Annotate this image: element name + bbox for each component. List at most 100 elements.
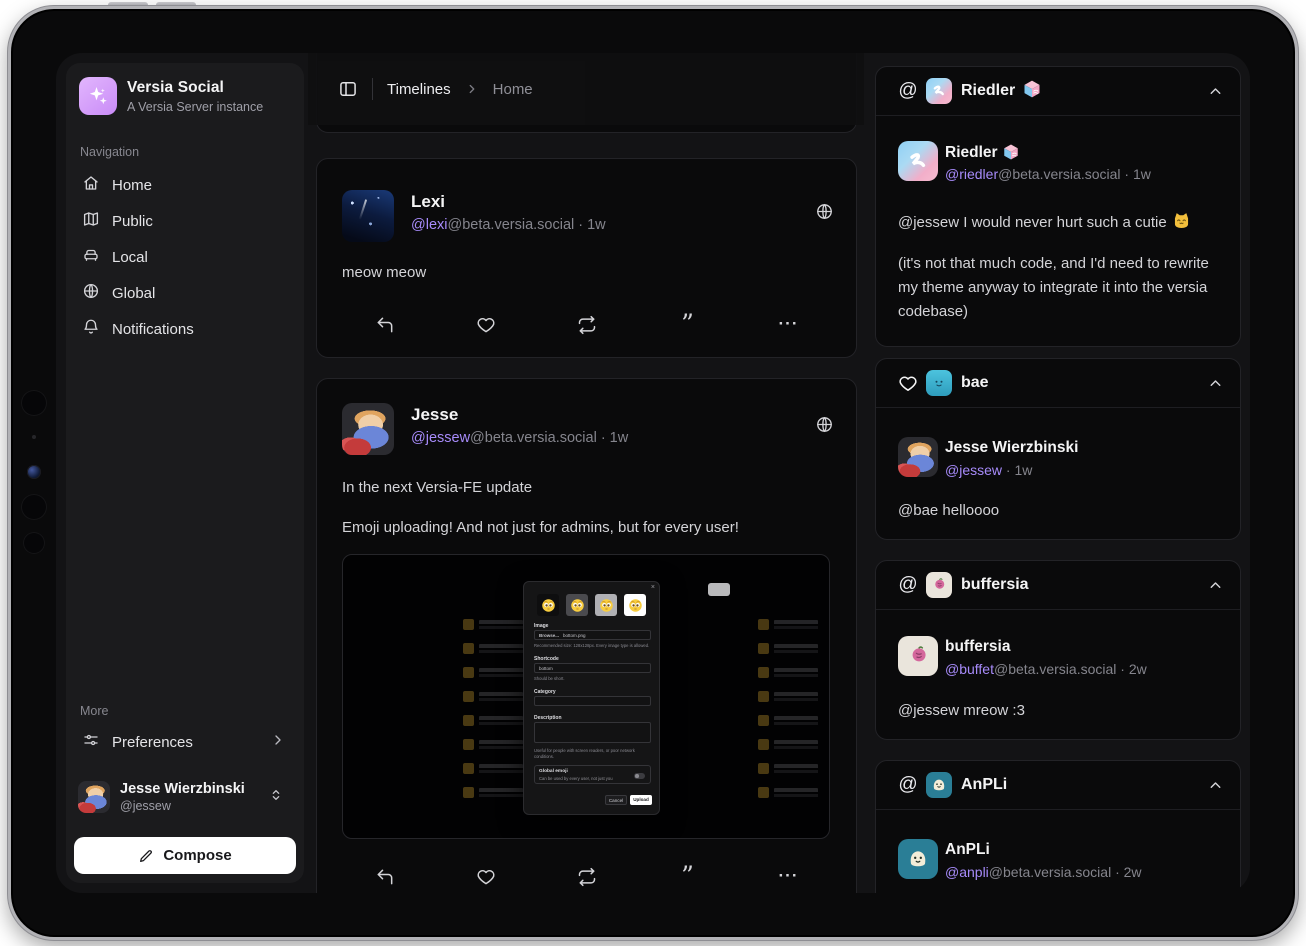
avatar[interactable] — [342, 403, 394, 455]
camera-sensor — [23, 532, 45, 554]
like-heart-icon — [898, 373, 918, 394]
notification-header[interactable]: bae — [876, 359, 1240, 408]
globe-icon — [82, 282, 100, 304]
sidebar-toggle-icon[interactable] — [338, 79, 358, 99]
notification-header[interactable]: @ AnPLi — [876, 761, 1240, 810]
notification-author-handle[interactable]: @riedler@beta.versia.social · 1w — [945, 166, 1151, 182]
notification-content: (it's not that much code, and I'd need t… — [898, 252, 1218, 324]
like-heart-icon[interactable] — [435, 315, 536, 335]
mention-at-icon: @ — [898, 574, 918, 596]
post-media-attachment[interactable]: × Image Browse...bottom.png Recommended … — [342, 554, 830, 839]
like-heart-icon[interactable] — [435, 867, 536, 887]
quote-icon[interactable]: ” — [637, 315, 738, 335]
sidebar-item-preferences[interactable]: Preferences — [72, 725, 298, 759]
avatar — [926, 572, 952, 598]
bell-icon — [82, 318, 100, 340]
notification-author-name[interactable]: AnPLi — [945, 841, 990, 859]
notification-header[interactable]: @ Riedler — [876, 67, 1240, 116]
timeline-header: Timelines Home — [308, 53, 864, 125]
avatar — [926, 78, 952, 104]
reply-icon[interactable] — [334, 315, 435, 335]
description-textarea — [534, 722, 651, 743]
chevron-up-icon[interactable] — [1207, 577, 1224, 594]
category-field-label: Category — [534, 689, 556, 695]
post-time: · 1w — [578, 217, 605, 233]
trans-cube-emoji — [1022, 79, 1042, 104]
avatar[interactable] — [898, 437, 938, 477]
post-author-handle[interactable]: @jessew@beta.versia.social · 1w — [411, 430, 628, 446]
sidebar-item-local[interactable]: Local — [72, 240, 298, 274]
avatar — [78, 781, 110, 813]
post-card[interactable]: Lexi @lexi@beta.versia.social · 1w meow … — [316, 158, 857, 358]
global-emoji-label: Global emoji — [539, 769, 646, 774]
handle-user: @jessew — [945, 462, 1002, 478]
notification-time: · 1w — [1124, 166, 1150, 182]
pleading-emoji-icon — [624, 594, 646, 616]
sidebar-item-home[interactable]: Home — [72, 168, 298, 202]
notification-author-name[interactable]: buffersia — [945, 638, 1010, 656]
handle-domain: @beta.versia.social — [989, 864, 1111, 880]
notification-author-handle[interactable]: @anpli@beta.versia.social · 2w — [945, 864, 1142, 880]
sidebar-item-notifications[interactable]: Notifications — [72, 312, 298, 346]
post-author-name[interactable]: Jesse — [411, 405, 458, 425]
boost-repeat-icon[interactable] — [536, 867, 637, 887]
reply-icon[interactable] — [334, 867, 435, 887]
header-divider — [372, 78, 373, 100]
more-ellipsis-icon[interactable]: ··· — [738, 867, 839, 887]
notification-author-name[interactable]: Jesse Wierzbinski — [945, 439, 1078, 457]
notification-title: bae — [961, 374, 989, 392]
mention-at-icon: @ — [898, 774, 918, 796]
notification-author-handle[interactable]: @jessew · 1w — [945, 462, 1032, 478]
handle-user: @lexi — [411, 217, 447, 233]
chevron-up-icon[interactable] — [1207, 375, 1224, 392]
app-brand[interactable]: Versia Social A Versia Server instance — [79, 77, 263, 115]
post-card[interactable]: Jesse @jessew@beta.versia.social · 1w In… — [316, 378, 857, 893]
camera-sensor — [21, 390, 47, 416]
more-ellipsis-icon[interactable]: ··· — [738, 315, 839, 335]
post-content: Emoji uploading! And not just for admins… — [342, 516, 831, 540]
visibility-globe-icon — [815, 202, 834, 226]
more-section-label: More — [80, 704, 108, 718]
notification-time: · 2w — [1120, 661, 1146, 677]
compose-button[interactable]: Compose — [74, 837, 296, 874]
close-icon: × — [651, 584, 655, 591]
dimmed-emoji-list — [463, 619, 523, 798]
local-icon — [82, 246, 100, 268]
notification-author-name[interactable]: Riedler — [945, 143, 1020, 166]
chevron-up-icon[interactable] — [1207, 83, 1224, 100]
notification-author-handle[interactable]: @buffet@beta.versia.social · 2w — [945, 661, 1147, 677]
cancel-button: Cancel — [605, 795, 627, 805]
avatar — [926, 772, 952, 798]
chevron-up-icon[interactable] — [1207, 777, 1224, 794]
post-actions: ” ··· — [317, 867, 856, 887]
handle-domain: @beta.versia.social — [470, 430, 597, 446]
notification-card: @ AnPLi AnPLi @anpli@beta.versia.social … — [875, 760, 1241, 893]
quote-icon[interactable]: ” — [637, 867, 738, 887]
emoji-upload-dialog: × Image Browse...bottom.png Recommended … — [523, 581, 660, 815]
quote-glyph: ” — [681, 315, 694, 335]
post-author-name[interactable]: Lexi — [411, 192, 445, 212]
avatar[interactable] — [898, 141, 938, 181]
avatar[interactable] — [898, 636, 938, 676]
handle-user: @jessew — [411, 430, 470, 446]
sidebar-item-public[interactable]: Public — [72, 204, 298, 238]
breadcrumb-home[interactable]: Home — [493, 81, 533, 98]
avatar[interactable] — [898, 839, 938, 879]
post-author-handle[interactable]: @lexi@beta.versia.social · 1w — [411, 217, 606, 233]
notification-header[interactable]: @ buffersia — [876, 561, 1240, 610]
dimmed-button — [708, 583, 730, 596]
boost-repeat-icon[interactable] — [536, 315, 637, 335]
handle-domain: @beta.versia.social — [998, 166, 1120, 182]
account-switcher[interactable]: Jesse Wierzbinski @jessew — [72, 775, 298, 819]
avatar[interactable] — [342, 190, 394, 242]
avatar — [926, 370, 952, 396]
notification-card: @ buffersia buffersia @buffet@beta.versi… — [875, 560, 1241, 740]
breadcrumb-timelines[interactable]: Timelines — [387, 81, 451, 98]
description-field-label: Description — [534, 715, 562, 721]
notification-content: @bae helloooo — [898, 499, 1218, 523]
mention-at-icon: @ — [898, 80, 918, 102]
notification-card: @ Riedler Riedler @riedler@beta.versia.s… — [875, 66, 1241, 347]
file-name: bottom.png — [563, 633, 586, 638]
sidebar-item-global[interactable]: Global — [72, 276, 298, 310]
camera-lens — [27, 465, 41, 479]
